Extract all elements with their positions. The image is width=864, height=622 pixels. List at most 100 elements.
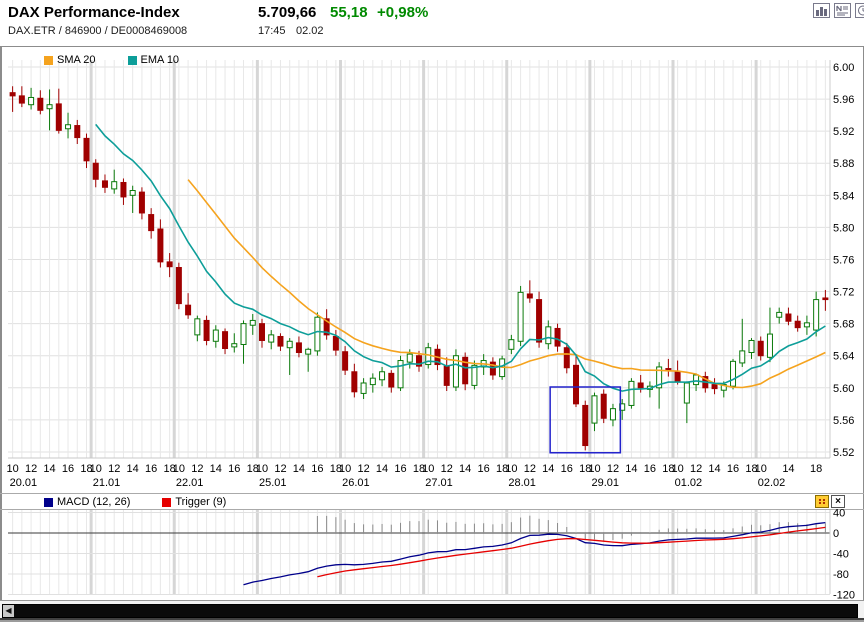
svg-text:40: 40: [833, 508, 845, 520]
news-button[interactable]: [834, 3, 851, 18]
svg-text:-80: -80: [833, 569, 849, 581]
svg-text:14: 14: [782, 463, 794, 475]
quote-date: 02.02: [296, 25, 324, 37]
instrument-title: DAX Performance-Index: [8, 4, 180, 21]
svg-text:12: 12: [690, 463, 702, 475]
scrollbar-left-arrow[interactable]: ◀: [3, 605, 14, 617]
svg-text:-40: -40: [833, 549, 849, 561]
clock-icon: [858, 5, 864, 16]
bar-chart-icon: [816, 7, 827, 16]
price-chart[interactable]: 6.00 5.96 5.92 5.88 5.84 5.80 5.76 5.72 5.68 5.64…: [0, 46, 864, 602]
svg-text:12: 12: [524, 463, 536, 475]
svg-text:16: 16: [145, 463, 157, 475]
svg-text:0: 0: [833, 528, 839, 540]
instrument-codes: DAX.ETR / 846900 / DE0008469008: [8, 25, 188, 37]
svg-text:16: 16: [311, 463, 323, 475]
svg-text:12: 12: [607, 463, 619, 475]
svg-text:18: 18: [810, 463, 822, 475]
svg-text:10: 10: [90, 463, 102, 475]
svg-text:21.01: 21.01: [93, 477, 121, 489]
trigger-swatch: [162, 497, 172, 507]
svg-text:16: 16: [228, 463, 240, 475]
svg-text:12: 12: [108, 463, 120, 475]
svg-text:5.64: 5.64: [833, 351, 854, 363]
svg-text:14: 14: [210, 463, 222, 475]
svg-text:10: 10: [339, 463, 351, 475]
svg-text:16: 16: [394, 463, 406, 475]
price-change-percent: +0,98%: [377, 4, 429, 21]
svg-text:12: 12: [274, 463, 286, 475]
clock-button[interactable]: [855, 3, 864, 18]
macd-settings-button[interactable]: [815, 495, 829, 508]
svg-text:25.01: 25.01: [259, 477, 287, 489]
sma-legend-label: SMA 20: [57, 54, 96, 66]
svg-text:6.00: 6.00: [833, 62, 854, 74]
svg-text:14: 14: [542, 463, 554, 475]
svg-text:10: 10: [588, 463, 600, 475]
sma-swatch: [44, 55, 53, 65]
svg-text:10: 10: [6, 463, 18, 475]
svg-text:10: 10: [173, 463, 185, 475]
svg-text:20.01: 20.01: [10, 477, 38, 489]
quote-time: 17:45: [258, 25, 286, 37]
svg-text:16: 16: [478, 463, 490, 475]
bottom-edge: [0, 618, 864, 622]
svg-text:16: 16: [561, 463, 573, 475]
ema-legend-label: EMA 10: [140, 54, 180, 66]
svg-text:14: 14: [376, 463, 388, 475]
svg-text:16: 16: [62, 463, 74, 475]
svg-text:12: 12: [191, 463, 203, 475]
svg-text:12: 12: [25, 463, 37, 475]
svg-text:27.01: 27.01: [425, 477, 453, 489]
svg-text:5.56: 5.56: [833, 415, 854, 427]
macd-legend: MACD (12, 26) Trigger (9): [44, 496, 254, 508]
legend-item-ema: EMA 10: [127, 54, 180, 66]
time-scrollbar[interactable]: ◀: [0, 600, 864, 619]
svg-text:28.01: 28.01: [508, 477, 536, 489]
close-icon: ×: [835, 495, 841, 507]
price-change: 55,18: [330, 4, 368, 21]
svg-text:29.01: 29.01: [591, 477, 619, 489]
last-price: 5.709,66: [258, 4, 317, 21]
svg-text:10: 10: [256, 463, 268, 475]
macd-swatch: [44, 497, 53, 507]
svg-text:02.02: 02.02: [758, 477, 786, 489]
svg-text:12: 12: [441, 463, 453, 475]
settings-dots-icon: [818, 499, 826, 504]
svg-text:5.84: 5.84: [833, 190, 854, 202]
svg-text:14: 14: [708, 463, 720, 475]
svg-text:5.76: 5.76: [833, 254, 854, 266]
svg-text:10: 10: [422, 463, 434, 475]
svg-text:5.96: 5.96: [833, 94, 854, 106]
news-icon: [836, 5, 848, 16]
legend-item-macd: MACD (12, 26): [44, 496, 130, 508]
svg-text:10: 10: [671, 463, 683, 475]
scrollbar-thumb[interactable]: ◀: [2, 604, 858, 618]
svg-text:22.01: 22.01: [176, 477, 204, 489]
macd-legend-label: MACD (12, 26): [57, 496, 131, 508]
trigger-legend-label: Trigger (9): [175, 496, 227, 508]
svg-text:14: 14: [127, 463, 139, 475]
macd-close-button[interactable]: ×: [831, 495, 845, 508]
svg-text:5.80: 5.80: [833, 222, 854, 234]
svg-text:14: 14: [625, 463, 637, 475]
svg-text:16: 16: [644, 463, 656, 475]
legend-item-sma: SMA 20: [44, 54, 96, 66]
svg-text:5.52: 5.52: [833, 447, 854, 459]
svg-text:16: 16: [727, 463, 739, 475]
svg-text:14: 14: [459, 463, 471, 475]
svg-text:14: 14: [293, 463, 305, 475]
svg-text:5.88: 5.88: [833, 158, 854, 170]
svg-text:12: 12: [357, 463, 369, 475]
legend-item-trigger: Trigger (9): [162, 496, 226, 508]
svg-text:5.68: 5.68: [833, 319, 854, 331]
svg-text:5.72: 5.72: [833, 287, 854, 299]
svg-text:01.02: 01.02: [675, 477, 703, 489]
svg-text:10: 10: [505, 463, 517, 475]
main-chart-legend: SMA 20 EMA 10: [44, 54, 207, 66]
ema-swatch: [127, 55, 137, 65]
svg-text:14: 14: [43, 463, 55, 475]
chart-type-button[interactable]: [813, 3, 830, 18]
svg-text:5.92: 5.92: [833, 126, 854, 138]
svg-text:5.60: 5.60: [833, 383, 854, 395]
